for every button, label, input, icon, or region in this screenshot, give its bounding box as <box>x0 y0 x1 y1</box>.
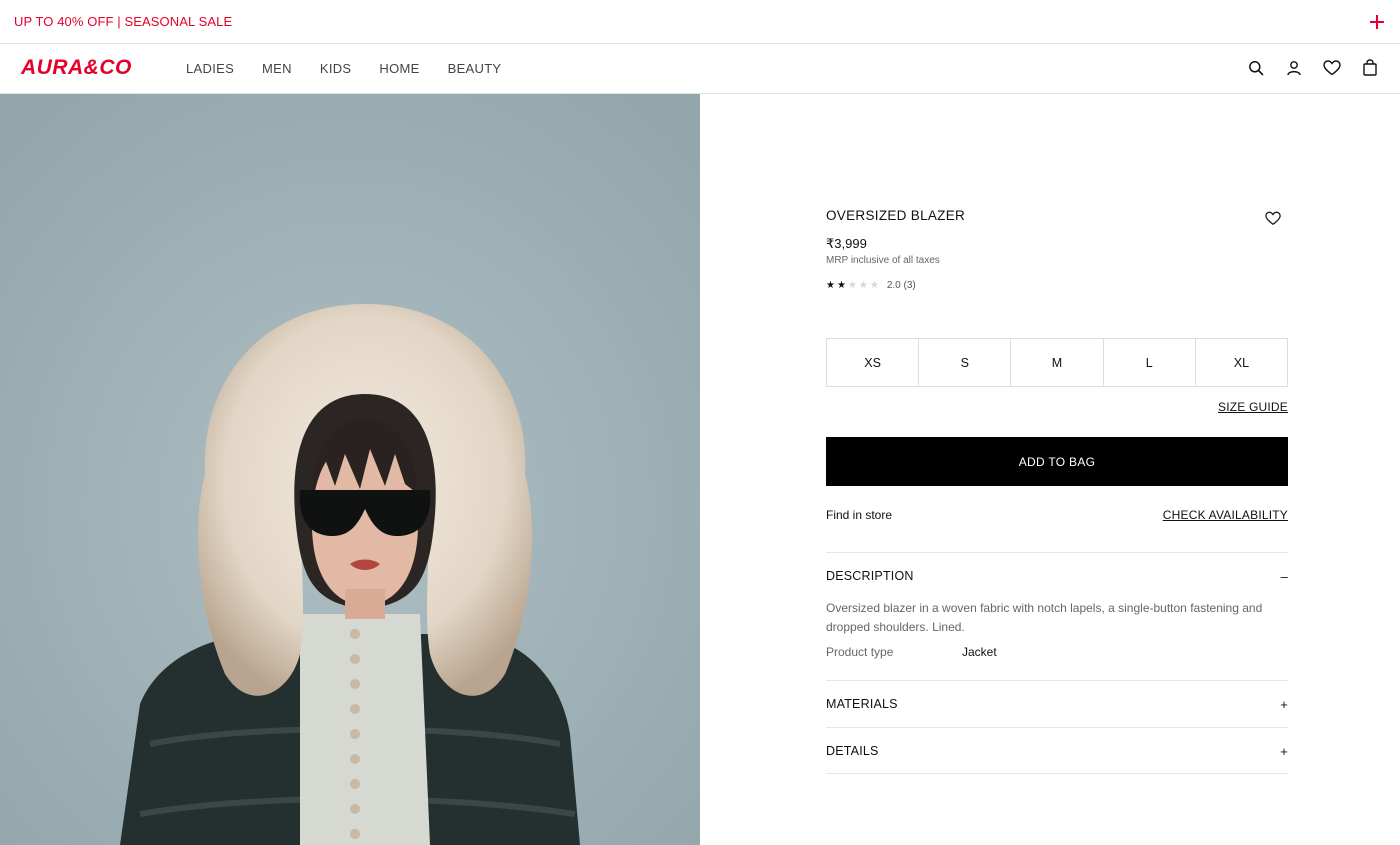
find-in-store-label: Find in store <box>826 508 893 522</box>
heart-icon[interactable] <box>1265 211 1281 227</box>
description-header[interactable]: DESCRIPTION – <box>826 553 1288 599</box>
expand-icon[interactable]: + <box>1278 697 1288 712</box>
collapse-icon[interactable]: – <box>1278 569 1288 584</box>
product-price: ₹3,999 <box>826 236 867 251</box>
size-option-xs[interactable]: XS <box>827 339 920 386</box>
check-availability-link[interactable]: CHECK AVAILABILITY <box>1163 508 1288 522</box>
promo-text[interactable]: UP TO 40% OFF | SEASONAL SALE <box>14 14 232 29</box>
nav-item-home[interactable]: HOME <box>379 61 419 76</box>
nav-item-men[interactable]: MEN <box>262 61 292 76</box>
account-icon[interactable] <box>1284 58 1304 78</box>
bag-icon[interactable] <box>1360 58 1380 78</box>
brand-logo[interactable]: AURA&CO <box>21 56 132 80</box>
accordion-details: DETAILS + <box>826 727 1288 774</box>
star-icon: ★ <box>836 279 846 291</box>
add-to-bag-button[interactable]: ADD TO BAG <box>826 437 1288 486</box>
product-type-row: Product type Jacket <box>826 645 1288 659</box>
product-rating[interactable]: ★ ★ ★ ★ ★ 2.0 (3) <box>826 280 916 291</box>
accordion-materials: MATERIALS + <box>826 680 1288 727</box>
accordion-divider <box>826 773 1288 774</box>
wishlist-icon[interactable] <box>1322 58 1342 78</box>
promo-expand-icon[interactable] <box>1366 11 1388 33</box>
description-text: Oversized blazer in a woven fabric with … <box>826 601 1263 634</box>
star-icon: ★ <box>847 279 857 291</box>
star-icon: ★ <box>826 279 835 291</box>
header-actions <box>1246 58 1380 78</box>
promo-bar: UP TO 40% OFF | SEASONAL SALE <box>0 0 1400 44</box>
size-option-xl[interactable]: XL <box>1196 339 1287 386</box>
site-header: AURA&CO LADIES MEN KIDS HOME BEAUTY <box>0 44 1400 94</box>
star-icon: ★ <box>858 279 868 291</box>
nav-item-ladies[interactable]: LADIES <box>186 61 234 76</box>
product-type-value: Jacket <box>962 645 997 659</box>
details-header[interactable]: DETAILS + <box>826 728 1288 774</box>
star-icon: ★ <box>869 279 879 291</box>
nav-item-beauty[interactable]: BEAUTY <box>448 61 502 76</box>
expand-icon[interactable]: + <box>1278 744 1288 759</box>
product-image[interactable] <box>0 94 700 845</box>
nav-item-kids[interactable]: KIDS <box>320 61 352 76</box>
search-icon[interactable] <box>1246 58 1266 78</box>
tax-note: MRP inclusive of all taxes <box>826 255 940 266</box>
product-type-label: Product type <box>826 645 894 659</box>
size-option-m[interactable]: M <box>1011 339 1104 386</box>
find-in-store-row: Find in store CHECK AVAILABILITY <box>826 508 1288 522</box>
rating-text: 2.0 (3) <box>886 280 916 291</box>
size-option-l[interactable]: L <box>1104 339 1196 386</box>
product-title: OVERSIZED BLAZER <box>826 208 966 223</box>
materials-title: MATERIALS <box>826 697 898 711</box>
description-title: DESCRIPTION <box>826 569 914 583</box>
size-option-s[interactable]: S <box>919 339 1012 386</box>
accordion-description: DESCRIPTION – Oversized blazer in a wove… <box>826 552 1288 659</box>
details-title: DETAILS <box>826 744 879 758</box>
size-guide-link[interactable]: SIZE GUIDE <box>1218 400 1288 414</box>
rating-stars: ★ ★ ★ ★ ★ <box>826 279 879 291</box>
size-selector: XS S M L XL <box>826 338 1288 387</box>
main-nav: LADIES MEN KIDS HOME BEAUTY <box>186 61 501 76</box>
materials-header[interactable]: MATERIALS + <box>826 681 1288 727</box>
